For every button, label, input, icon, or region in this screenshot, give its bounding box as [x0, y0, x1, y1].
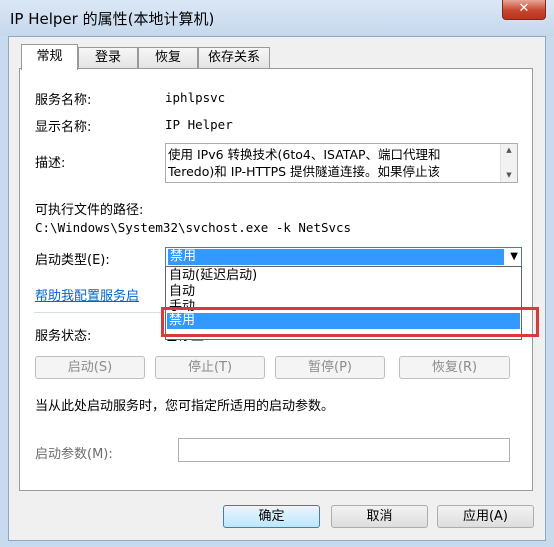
resume-button[interactable]: 恢复(R) — [399, 356, 510, 379]
display-name-value: IP Helper — [165, 117, 233, 132]
startup-type-value: 禁用 — [168, 249, 504, 265]
cancel-button[interactable]: 取消 — [331, 505, 428, 528]
start-button[interactable]: 启动(S) — [35, 356, 145, 379]
description-scrollbar[interactable]: ▲ ▼ — [500, 144, 517, 182]
close-button[interactable]: ✕ — [502, 0, 546, 20]
dialog-body: 常规 登录 恢复 依存关系 服务名称: iphlpsvc 显示名称: IP He… — [8, 36, 546, 541]
tab-recovery[interactable]: 恢复 — [138, 47, 198, 69]
scroll-down-icon[interactable]: ▼ — [501, 170, 517, 181]
tab-general[interactable]: 常规 — [21, 44, 78, 70]
dropdown-option-auto[interactable]: 自动 — [167, 284, 520, 300]
ok-button[interactable]: 确定 — [223, 505, 320, 528]
description-label: 描述: — [35, 156, 66, 171]
stop-button[interactable]: 停止(T) — [155, 356, 265, 379]
service-name-value: iphlpsvc — [165, 90, 226, 105]
description-box[interactable]: 使用 IPv6 转换技术(6to4、ISATAP、端口代理和 Teredo)和 … — [165, 143, 518, 183]
apply-button[interactable]: 应用(A) — [437, 505, 534, 528]
chevron-down-icon[interactable]: ▼ — [510, 248, 518, 266]
display-name-label: 显示名称: — [35, 120, 92, 135]
startup-type-label: 启动类型(E): — [35, 253, 110, 268]
service-name-label: 服务名称: — [35, 93, 92, 108]
startup-type-select[interactable]: 禁用 ▼ — [165, 247, 522, 267]
scroll-up-icon[interactable]: ▲ — [501, 145, 517, 156]
startup-param-input[interactable] — [178, 438, 510, 462]
title-bar: IP Helper 的属性(本地计算机) ✕ — [0, 0, 554, 36]
window-title: IP Helper 的属性(本地计算机) — [10, 10, 215, 28]
tab-logon[interactable]: 登录 — [78, 47, 138, 69]
description-text: 使用 IPv6 转换技术(6to4、ISATAP、端口代理和 Teredo)和 … — [168, 147, 441, 179]
highlight-box — [161, 307, 539, 337]
service-status-label: 服务状态: — [35, 329, 92, 344]
pause-button[interactable]: 暂停(P) — [275, 356, 385, 379]
general-panel: 服务名称: iphlpsvc 显示名称: IP Helper 描述: 使用 IP… — [19, 68, 539, 491]
dropdown-option-auto-delayed[interactable]: 自动(延迟启动) — [167, 268, 520, 284]
startup-param-hint: 当从此处启动服务时，您可指定所适用的启动参数。 — [35, 399, 335, 414]
path-value: C:\Windows\System32\svchost.exe -k NetSv… — [35, 220, 352, 235]
path-label: 可执行文件的路径: — [35, 203, 144, 218]
tab-dependencies[interactable]: 依存关系 — [198, 47, 270, 69]
close-icon: ✕ — [518, 1, 530, 16]
startup-param-label: 启动参数(M): — [35, 447, 113, 462]
help-config-link[interactable]: 帮助我配置服务启 — [35, 285, 139, 304]
